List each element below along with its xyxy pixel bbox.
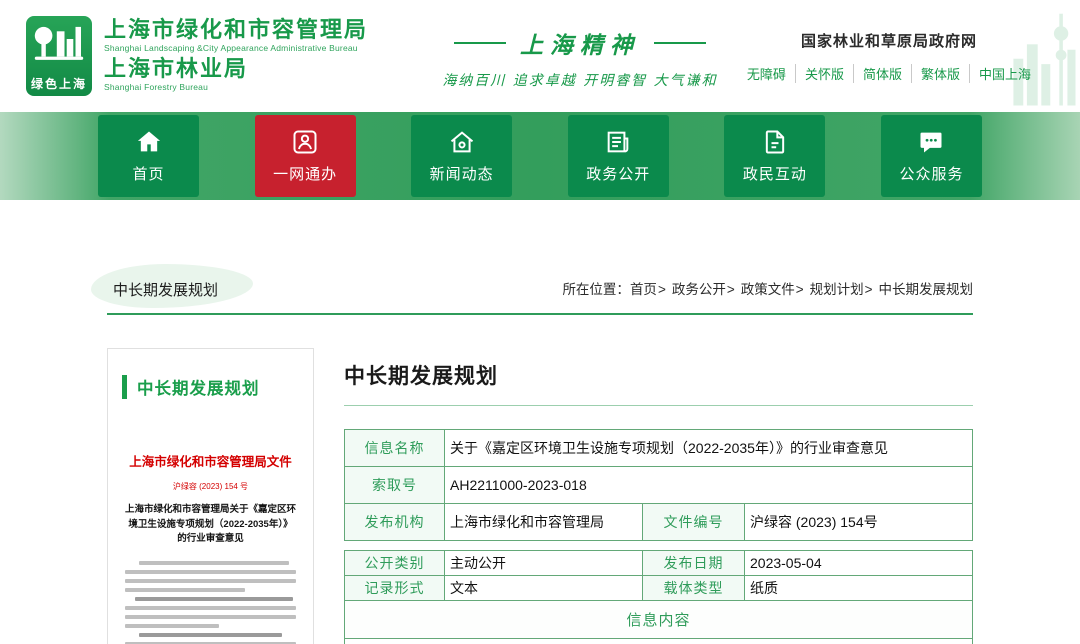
info-table-bottom: 公开类别 主动公开 发布日期 2023-05-04 记录形式 文本 载体类型 纸… xyxy=(344,550,973,644)
bureau-names: 上海市绿化和市容管理局 Shanghai Landscaping &City A… xyxy=(104,17,368,96)
info-name-value: 关于《嘉定区环境卫生设施专项规划（2022-2035年）》的行业审查意见 xyxy=(444,429,973,467)
index-no-label: 索取号 xyxy=(344,466,445,504)
motto-subtitle: 海纳百川 追求卓越 开明睿智 大气谦和 xyxy=(442,73,718,89)
table-row-publisher: 发布机构 上海市绿化和市容管理局 文件编号 沪绿容 (2023) 154号 xyxy=(344,503,973,541)
bureau1-name-cn: 上海市绿化和市容管理局 xyxy=(104,16,369,42)
doc-preview-text-lines xyxy=(125,561,296,644)
main-navigation: 首页 一网通办 新闻动态 政务公开 政民互动 公众服务 xyxy=(0,112,1080,200)
nav-news[interactable]: 新闻动态 xyxy=(411,115,513,197)
content-title: 中长期发展规划 xyxy=(344,360,973,406)
page-title-block: 中长期发展规划 xyxy=(91,264,253,308)
doc-preview-title: 上海市绿化和市容管理局关于《嘉定区环境卫生设施专项规划（2022-2035年）》… xyxy=(125,504,297,545)
breadcrumb-item-plans[interactable]: 规划计划 xyxy=(810,282,864,297)
table-row-open-type: 公开类别 主动公开 发布日期 2023-05-04 xyxy=(344,550,973,576)
government-service-icon xyxy=(293,130,317,154)
publisher-value: 上海市绿化和市容管理局 xyxy=(444,503,643,541)
pub-date-label: 发布日期 xyxy=(642,550,745,576)
top-links: 无障碍 关怀版 简体版 繁体版 中国上海 xyxy=(738,63,1040,83)
breadcrumb-item-home[interactable]: 首页 xyxy=(630,282,657,297)
logo-banner-text: 绿色上海 xyxy=(30,77,87,91)
shanghai-spirit-motto: 上海精神 海纳百川 追求卓越 开明睿智 大气谦和 xyxy=(425,26,735,90)
home-icon xyxy=(137,131,160,152)
sidebar-item-midlong-term-plan[interactable]: 中长期发展规划 xyxy=(122,375,299,399)
bureau2-name-cn: 上海市林业局 xyxy=(104,56,249,81)
news-icon xyxy=(450,131,473,153)
doc-preview-number: 沪绿容 (2023) 154 号 xyxy=(172,482,249,491)
table-row-content-body xyxy=(344,638,973,644)
breadcrumb-bar: 中长期发展规划 所在位置：首页> 政务公开> 政策文件> 规划计划> 中长期发展规划 xyxy=(91,264,973,315)
info-table-top: 信息名称 关于《嘉定区环境卫生设施专项规划（2022-2035年）》的行业审查意… xyxy=(344,429,973,541)
breadcrumb-separator: > xyxy=(726,282,735,297)
link-care-version[interactable]: 关怀版 xyxy=(794,63,853,83)
link-accessibility[interactable]: 无障碍 xyxy=(738,64,795,83)
breadcrumb-separator: > xyxy=(795,282,804,297)
breadcrumb: 所在位置：首页> 政务公开> 政策文件> 规划计划> 中长期发展规划 xyxy=(562,278,973,300)
table-row-info-name: 信息名称 关于《嘉定区环境卫生设施专项规划（2022-2035年）》的行业审查意… xyxy=(344,429,973,467)
record-form-value: 文本 xyxy=(444,575,643,601)
breadcrumb-item-disclosure[interactable]: 政务公开 xyxy=(672,282,726,297)
link-traditional[interactable]: 繁体版 xyxy=(910,63,969,83)
nav-public-interaction-label: 政民互动 xyxy=(742,166,807,183)
breadcrumb-separator: > xyxy=(657,282,666,297)
breadcrumb-item-policy-docs[interactable]: 政策文件 xyxy=(741,282,795,297)
article-area: 中长期发展规划 信息名称 关于《嘉定区环境卫生设施专项规划（2022-2035年… xyxy=(344,348,973,644)
nav-gov-disclosure[interactable]: 政务公开 xyxy=(567,115,669,197)
doc-number-label: 文件编号 xyxy=(642,503,745,541)
content-body-cell xyxy=(344,638,973,644)
content-header-cell: 信息内容 xyxy=(344,600,973,639)
document-pen-icon xyxy=(765,130,785,154)
bureau2-name-en: Shanghai Forestry Bureau xyxy=(104,82,209,93)
nav-public-interaction[interactable]: 政民互动 xyxy=(724,115,826,197)
site-logo[interactable]: 绿色上海 xyxy=(26,16,92,96)
carrier-type-label: 载体类型 xyxy=(642,575,745,601)
chat-bubble-icon xyxy=(920,132,942,153)
open-type-label: 公开类别 xyxy=(344,550,445,576)
bureau1-name-en: Shanghai Landscaping &City Appearance Ad… xyxy=(104,43,358,53)
motto-title: 上海精神 xyxy=(425,26,735,60)
nav-news-label: 新闻动态 xyxy=(429,166,494,183)
main-content: 中长期发展规划 上海市绿化和市容管理局文件 沪绿容 (2023) 154 号 上… xyxy=(107,348,973,644)
document-preview: 上海市绿化和市容管理局文件 沪绿容 (2023) 154 号 上海市绿化和市容管… xyxy=(125,451,296,644)
publisher-label: 发布机构 xyxy=(344,503,445,541)
page-title: 中长期发展规划 xyxy=(113,282,219,299)
header-right: 国家林业和草原局政府网 无障碍 关怀版 简体版 繁体版 中国上海 xyxy=(738,30,1056,83)
site-header: 绿色上海 上海市绿化和市容管理局 Shanghai Landscaping &C… xyxy=(0,0,1080,112)
doc-number-value: 沪绿容 (2023) 154号 xyxy=(744,503,973,541)
breadcrumb-item-current[interactable]: 中长期发展规划 xyxy=(879,282,974,297)
record-form-label: 记录形式 xyxy=(344,575,445,601)
logo-graphic-icon xyxy=(34,26,84,60)
table-row-record-form: 记录形式 文本 载体类型 纸质 xyxy=(344,575,973,601)
newspaper-icon xyxy=(607,131,629,153)
table-row-index-no: 索取号 AH2211000-2023-018 xyxy=(344,466,973,504)
doc-preview-red-header: 上海市绿化和市容管理局文件 xyxy=(129,455,292,469)
carrier-type-value: 纸质 xyxy=(744,575,973,601)
national-forestry-site-link[interactable]: 国家林业和草原局政府网 xyxy=(738,30,1040,51)
link-simplified[interactable]: 简体版 xyxy=(852,63,911,83)
open-type-value: 主动公开 xyxy=(444,550,643,576)
index-no-value: AH2211000-2023-018 xyxy=(444,466,973,504)
nav-gov-disclosure-label: 政务公开 xyxy=(586,166,651,183)
pub-date-value: 2023-05-04 xyxy=(744,550,973,576)
nav-home-label: 首页 xyxy=(132,166,165,183)
link-china-shanghai[interactable]: 中国上海 xyxy=(968,63,1040,83)
info-tables: 信息名称 关于《嘉定区环境卫生设施专项规划（2022-2035年）》的行业审查意… xyxy=(344,429,973,644)
table-row-content-header: 信息内容 xyxy=(344,600,973,639)
nav-home[interactable]: 首页 xyxy=(98,115,199,197)
info-name-label: 信息名称 xyxy=(344,429,445,467)
nav-one-net-service-label: 一网通办 xyxy=(273,166,338,183)
nav-public-service[interactable]: 公众服务 xyxy=(880,115,982,197)
sidebar: 中长期发展规划 上海市绿化和市容管理局文件 沪绿容 (2023) 154 号 上… xyxy=(107,348,314,644)
nav-one-net-service[interactable]: 一网通办 xyxy=(254,115,356,197)
breadcrumb-separator: > xyxy=(864,282,873,297)
breadcrumb-prefix: 所在位置： xyxy=(562,282,630,297)
nav-public-service-label: 公众服务 xyxy=(899,166,964,183)
